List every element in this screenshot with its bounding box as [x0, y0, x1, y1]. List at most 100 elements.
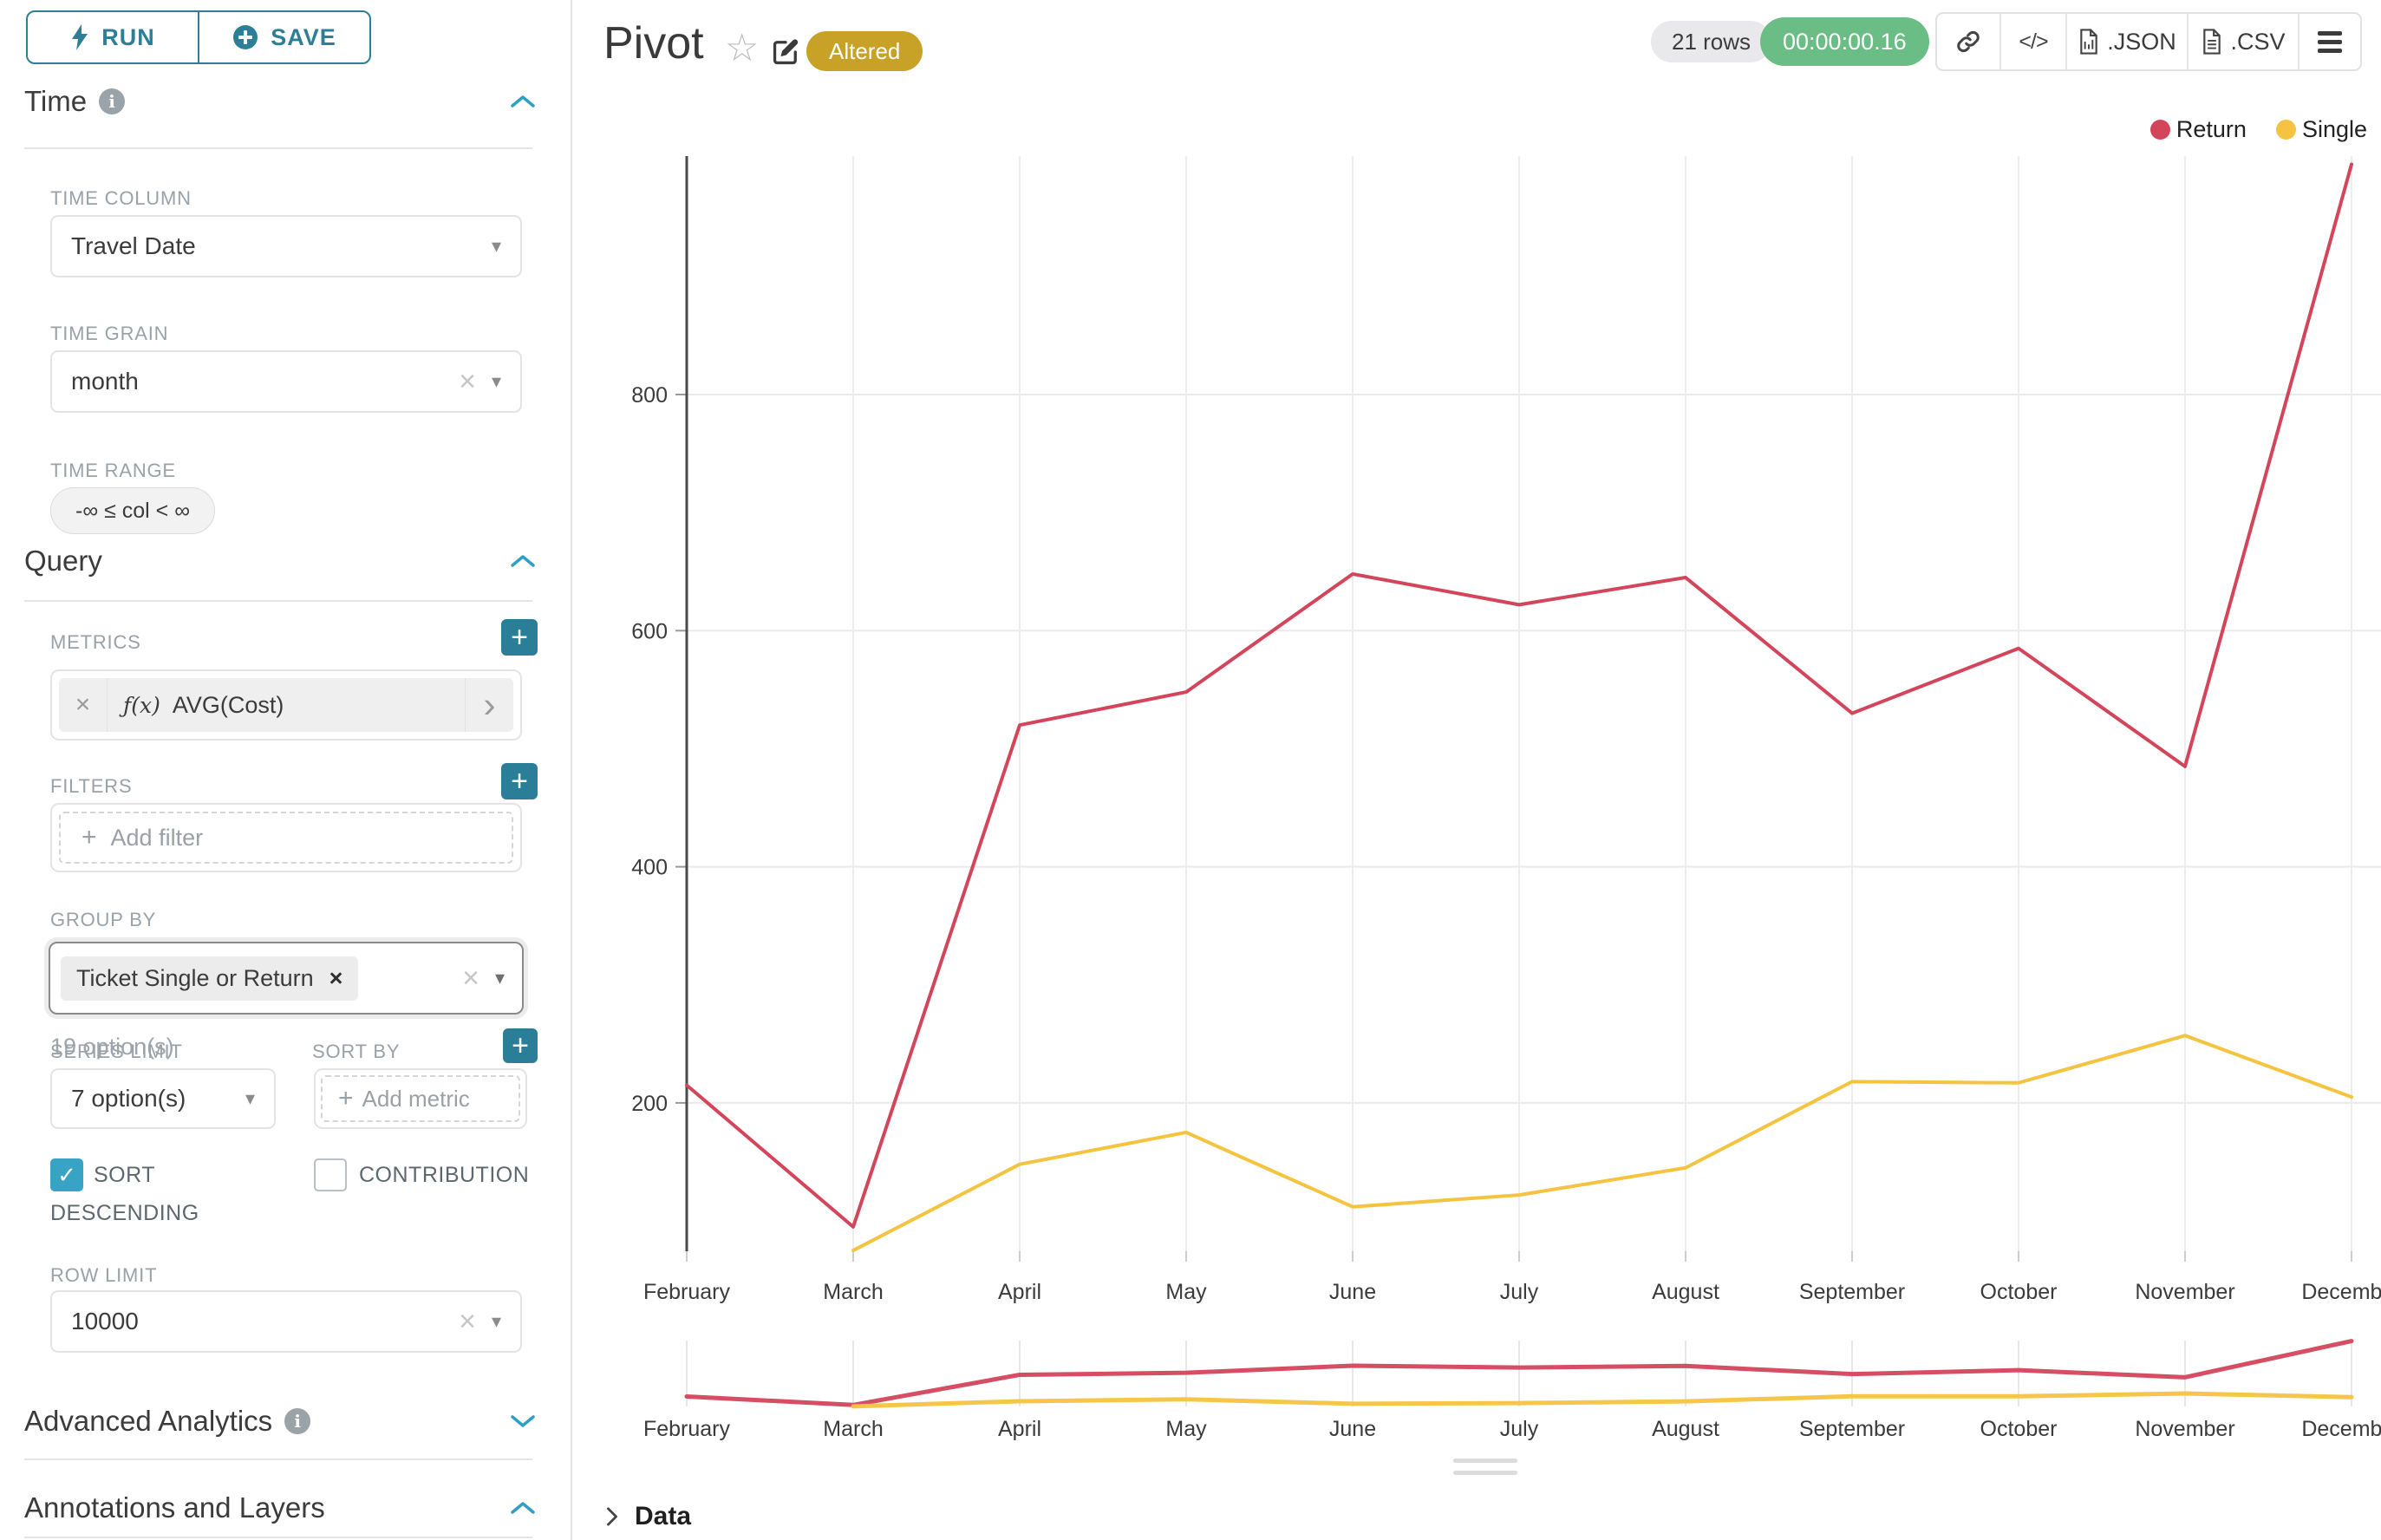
contribution-checkbox[interactable] [314, 1158, 347, 1191]
series-limit-label: SERIES LIMIT [50, 1041, 183, 1063]
add-sort-metric-plus-button[interactable]: + [503, 1028, 538, 1063]
chevron-up-icon[interactable] [510, 1501, 536, 1515]
preview-tick-label: July [1500, 1417, 1539, 1441]
section-divider [24, 147, 532, 149]
series-line-single[interactable] [853, 1035, 2352, 1250]
row-limit-value: 10000 [71, 1308, 139, 1335]
check-icon: ✓ [57, 1162, 76, 1189]
x-tick-label: August [1652, 1280, 1719, 1304]
data-section-label: Data [635, 1502, 691, 1531]
edit-properties-icon[interactable] [770, 36, 801, 72]
info-icon[interactable]: i [99, 88, 125, 114]
filters-container: + Add filter [50, 803, 522, 872]
metric-pill[interactable]: × ƒ(x) AVG(Cost) › [59, 678, 513, 732]
advanced-analytics-title: Advanced Analytics [24, 1405, 272, 1438]
circle-plus-icon [232, 24, 258, 50]
row-limit-select[interactable]: 10000 × ▾ [50, 1290, 522, 1353]
metrics-label: METRICS [50, 631, 141, 654]
altered-badge[interactable]: Altered [806, 31, 923, 71]
chevron-down-icon[interactable]: ▾ [492, 1310, 501, 1333]
time-range-label: TIME RANGE [50, 460, 176, 482]
legend-item-return[interactable]: Return [2150, 116, 2247, 143]
clear-icon[interactable]: × [462, 963, 479, 993]
chart-panel: 200400600800FebruaryFebruaryMarchMarchAp… [572, 0, 2381, 1540]
export-csv-button[interactable]: .CSV [2187, 14, 2298, 69]
preview-tick-label: September [1799, 1417, 1905, 1441]
chevron-down-icon[interactable]: ▾ [492, 235, 501, 258]
x-tick-label: April [998, 1280, 1041, 1304]
annotations-layers-header[interactable]: Annotations and Layers [24, 1491, 536, 1524]
legend-item-single[interactable]: Single [2276, 116, 2367, 143]
sort-descending-label-line2: DESCENDING [50, 1201, 199, 1226]
sort-descending-label-line1: SORT [94, 1163, 155, 1188]
add-filter-plus-button[interactable]: + [501, 763, 538, 799]
time-column-value: Travel Date [71, 232, 196, 260]
preview-tick-label: March [823, 1417, 883, 1441]
clear-icon[interactable]: × [459, 1307, 476, 1336]
row-count-badge: 21 rows [1651, 21, 1771, 62]
time-range-value-pill[interactable]: -∞ ≤ col < ∞ [50, 487, 215, 534]
preview-tick-label: December [2301, 1417, 2381, 1441]
link-icon [1955, 29, 1981, 55]
chevron-right-icon [605, 1505, 619, 1528]
group-by-tag[interactable]: Ticket Single or Return × [61, 956, 358, 1001]
fx-icon: ƒ(x) [123, 693, 160, 718]
run-save-button-group: RUN SAVE [26, 10, 371, 64]
save-button[interactable]: SAVE [198, 12, 369, 62]
x-tick-label: February [643, 1280, 731, 1304]
advanced-analytics-header[interactable]: Advanced Analytics i [24, 1405, 536, 1438]
more-options-button[interactable] [2298, 14, 2360, 69]
export-json-button[interactable]: .JSON [2065, 14, 2187, 69]
time-section-header[interactable]: Time i [24, 85, 536, 118]
add-filter-label: Add filter [111, 825, 204, 852]
expand-metric-icon[interactable]: › [465, 678, 513, 732]
chevron-down-icon[interactable] [510, 1414, 536, 1428]
panel-resize-handle[interactable] [1453, 1458, 1517, 1475]
remove-metric-icon[interactable]: × [59, 678, 108, 732]
add-metric-plus-button[interactable]: + [501, 619, 538, 656]
series-limit-select[interactable]: 7 option(s) ▾ [50, 1068, 276, 1129]
add-sort-metric-button[interactable]: + Add metric [321, 1075, 520, 1122]
add-filter-button[interactable]: + Add filter [59, 812, 513, 864]
info-icon[interactable]: i [284, 1408, 310, 1434]
time-grain-label: TIME GRAIN [50, 323, 168, 345]
legend-label-return: Return [2176, 116, 2247, 143]
plus-icon: + [338, 1084, 354, 1113]
legend-label-single: Single [2302, 116, 2367, 143]
preview-tick-label: October [1980, 1417, 2058, 1441]
filters-label: FILTERS [50, 775, 132, 798]
chevron-down-icon[interactable]: ▾ [245, 1087, 255, 1110]
favorite-star-icon[interactable]: ☆ [725, 26, 759, 70]
chevron-down-icon[interactable]: ▾ [492, 370, 501, 393]
x-tick-label: June [1329, 1280, 1376, 1304]
chevron-up-icon[interactable] [510, 554, 536, 568]
metrics-container: × ƒ(x) AVG(Cost) › [50, 669, 522, 741]
data-section-toggle[interactable]: Data [605, 1502, 691, 1531]
time-column-select[interactable]: Travel Date ▾ [50, 215, 522, 277]
time-grain-select[interactable]: month × ▾ [50, 350, 522, 413]
chevron-up-icon[interactable] [510, 95, 536, 108]
annotations-layers-title: Annotations and Layers [24, 1491, 325, 1524]
view-query-button[interactable]: </> [1999, 14, 2065, 69]
add-sort-metric-label: Add metric [362, 1086, 470, 1113]
timeseries-line-chart[interactable]: 200400600800FebruaryFebruaryMarchMarchAp… [572, 0, 2381, 1540]
y-tick-label: 800 [631, 383, 668, 408]
preview-tick-label: November [2135, 1417, 2234, 1441]
x-tick-label: September [1799, 1280, 1905, 1304]
x-tick-label: December [2301, 1280, 2381, 1304]
query-duration-badge: 00:00:00.16 [1760, 17, 1929, 66]
sort-by-label: SORT BY [312, 1041, 400, 1063]
query-section-header[interactable]: Query [24, 545, 536, 578]
preview-tick-label: April [998, 1417, 1041, 1441]
preview-tick-label: February [643, 1417, 731, 1441]
remove-tag-icon[interactable]: × [329, 965, 343, 992]
copy-link-button[interactable] [1937, 14, 1999, 69]
y-tick-label: 200 [631, 1092, 668, 1116]
section-divider [24, 600, 532, 602]
save-button-label: SAVE [271, 24, 336, 51]
chevron-down-icon[interactable]: ▾ [495, 967, 505, 989]
sort-descending-checkbox[interactable]: ✓ [50, 1158, 83, 1191]
run-button[interactable]: RUN [28, 12, 198, 62]
group-by-select[interactable]: Ticket Single or Return × × ▾ [49, 942, 524, 1015]
clear-icon[interactable]: × [459, 367, 476, 396]
